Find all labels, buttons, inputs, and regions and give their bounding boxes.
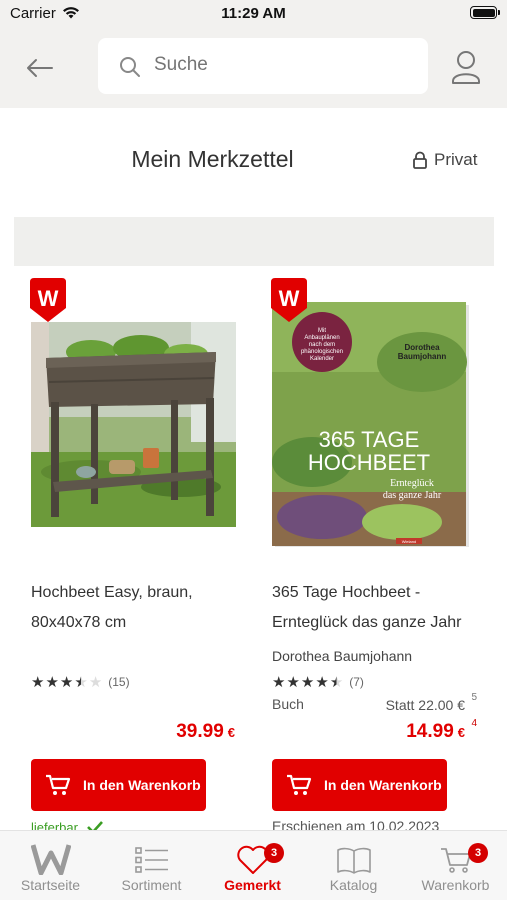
cart-icon — [287, 774, 312, 795]
privacy-label: Privat — [434, 150, 478, 169]
tab-label: Warenkorb — [421, 877, 490, 893]
star-half-icon: ★ — [329, 674, 344, 691]
cover-subtitle-line2: das ganze Jahr — [383, 490, 442, 501]
tab-warenkorb[interactable]: 3 Warenkorb — [405, 841, 506, 893]
product-price: 39.99 € — [176, 721, 235, 742]
product-card[interactable]: W Hochbeet Easy, braun, 80x40x78 cm ★ ★ … — [30, 278, 246, 838]
user-icon — [452, 51, 480, 84]
tab-label: Katalog — [329, 877, 378, 893]
product-card[interactable]: W Mit Anbauplänen nach dem phänologischen Ka… — [271, 278, 487, 838]
product-image[interactable]: Mit Anbauplänen nach dem phänologischen Kale… — [272, 302, 477, 550]
add-to-cart-label: In den Warenkorb — [83, 777, 201, 793]
review-count: (7) — [349, 675, 364, 689]
brand-badge-icon: W — [30, 278, 66, 322]
list-icon — [134, 847, 168, 873]
rating-stars: ★ ★ ★ ★ ★ — [31, 673, 102, 691]
star-full-icon: ★ — [59, 674, 74, 691]
book-icon — [336, 847, 371, 874]
star-full-icon: ★ — [300, 674, 315, 691]
star-full-icon: ★ — [31, 674, 45, 691]
battery-icon — [470, 6, 500, 19]
header-bar — [0, 28, 507, 108]
back-button[interactable] — [22, 50, 58, 86]
product-name[interactable]: Hochbeet Easy, braun, 80x40x78 cm — [31, 578, 246, 638]
cover-subtitle-line1: Ernteglück — [390, 478, 434, 489]
cover-author: Dorothea Baumjohann — [398, 343, 447, 361]
product-image[interactable] — [31, 322, 236, 527]
add-to-cart-label: In den Warenkorb — [324, 777, 442, 793]
old-price-footnote: 5 — [471, 692, 477, 703]
star-full-icon: ★ — [272, 674, 286, 691]
review-count: (15) — [108, 675, 130, 689]
old-price: Statt 22.00 € — [385, 697, 465, 713]
w-logo-icon — [30, 844, 71, 875]
star-half-icon: ★ — [74, 674, 88, 691]
svg-text:W: W — [38, 286, 59, 311]
price-footnote: 4 — [471, 718, 477, 729]
tab-label: Sortiment — [121, 877, 182, 893]
book-cover-picture: Mit Anbauplänen nach dem phänologischen Kale… — [272, 302, 469, 547]
cover-title-line1: 365 TAGE — [319, 427, 420, 452]
account-button[interactable] — [448, 48, 484, 88]
add-to-cart-button[interactable]: In den Warenkorb — [272, 759, 447, 811]
status-bar: Carrier 11:29 AM — [0, 0, 507, 28]
product-price: 14.99 € — [406, 721, 465, 742]
arrow-left-icon — [27, 59, 53, 77]
svg-text:W: W — [279, 286, 300, 311]
search-box[interactable] — [98, 38, 428, 94]
privacy-toggle[interactable]: Privat — [412, 150, 477, 170]
list-toolbar-band — [14, 217, 494, 266]
product-rating: ★ ★ ★ ★ ★ (15) — [31, 673, 130, 691]
cart-icon — [46, 774, 71, 795]
tab-startseite[interactable]: Startseite — [0, 841, 101, 893]
page-title: Mein Merkzettel — [131, 146, 294, 172]
search-input[interactable] — [154, 54, 404, 76]
product-type: Buch — [272, 696, 304, 712]
product-rating: ★ ★ ★ ★ ★ (7) — [272, 673, 364, 691]
tab-katalog[interactable]: Katalog — [303, 841, 404, 893]
brand-badge-icon: W — [271, 278, 307, 322]
star-full-icon: ★ — [315, 674, 329, 691]
tab-badge: 3 — [264, 843, 284, 863]
cover-title-line2: HOCHBEET — [308, 450, 430, 475]
tab-label: Gemerkt — [224, 877, 281, 893]
rating-stars: ★ ★ ★ ★ ★ — [272, 673, 343, 691]
status-time: 11:29 AM — [221, 5, 286, 22]
tab-bar: Startseite Sortiment 3 Gemerkt Katalog 3… — [0, 830, 507, 900]
add-to-cart-button[interactable]: In den Warenkorb — [31, 759, 206, 811]
star-full-icon: ★ — [286, 674, 300, 691]
lock-icon — [413, 151, 427, 169]
star-full-icon: ★ — [45, 674, 59, 691]
star-empty-icon: ★ — [88, 674, 103, 691]
tab-gemerkt[interactable]: 3 Gemerkt — [202, 841, 303, 893]
tab-sortiment[interactable]: Sortiment — [101, 841, 202, 893]
tab-badge: 3 — [468, 843, 488, 863]
search-icon — [120, 57, 140, 77]
tab-label: Startseite — [20, 877, 81, 893]
product-author: Dorothea Baumjohann — [272, 648, 413, 664]
cover-publisher: Wieland — [402, 539, 416, 544]
product-name[interactable]: 365 Tage Hochbeet - Ernteglück das ganze… — [272, 578, 487, 638]
raised-bed-picture — [31, 322, 236, 527]
